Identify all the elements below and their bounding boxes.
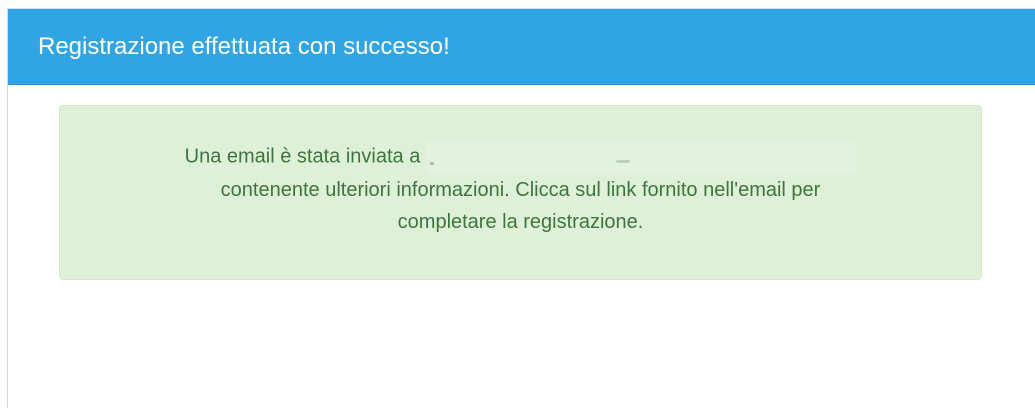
alert-line-2: contenente ulteriori informazioni. Clicc… — [220, 179, 821, 201]
alert-line-1: Una email è stata inviata a — [60, 140, 981, 174]
redacted-email — [426, 140, 857, 174]
alert-sent-text: Una email è stata inviata a — [184, 145, 421, 168]
panel-heading: Registrazione effettuata con successo! — [8, 9, 1035, 85]
alert-line-3: completare la registrazione. — [397, 211, 644, 233]
panel-title: Registrazione effettuata con successo! — [38, 32, 450, 60]
success-alert: Una email è stata inviata a contenente u… — [59, 105, 982, 280]
